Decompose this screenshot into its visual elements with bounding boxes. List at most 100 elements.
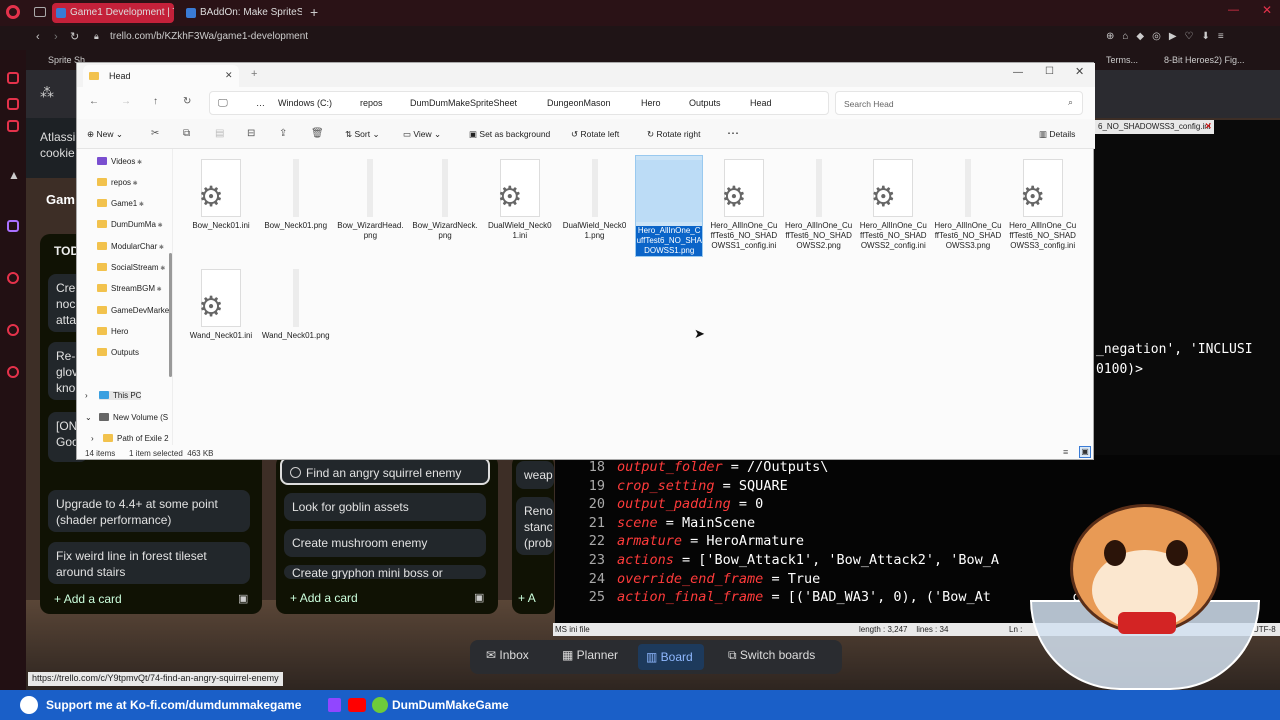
pin-icon[interactable]: ✱ <box>135 160 142 166</box>
nav-scrollbar[interactable] <box>169 253 172 377</box>
png-file-item[interactable]: Bow_WizardNeck.png <box>411 159 479 241</box>
nav-item[interactable]: Outputs <box>97 348 139 357</box>
png-file-item[interactable]: Hero_AllInOne_CuffTest6_NO_SHADOWSS2.png <box>785 159 853 251</box>
pin-icon[interactable]: ✱ <box>156 223 163 229</box>
ini-file-item[interactable]: ⚙ Bow_Neck01.ini <box>187 159 255 231</box>
close-browser-button[interactable]: ✕ <box>1262 3 1272 17</box>
nav-item[interactable]: Videos ✱ <box>97 157 142 166</box>
browser-tab-trello[interactable]: Game1 Development | Tre <box>52 3 174 23</box>
close-tab-icon[interactable]: ✕ <box>225 70 233 81</box>
png-file-item[interactable]: DualWield_Neck01.png <box>561 159 629 241</box>
forward-icon[interactable]: → <box>121 96 131 107</box>
rotate-right-button[interactable]: ↻ Rotate right <box>647 129 700 140</box>
extensions-icon[interactable]: ⊕⌂◆◎▶♡⬇≡ <box>1106 31 1232 42</box>
switch-boards-button[interactable]: ⧉ Switch boards <box>728 648 815 663</box>
set-background-button[interactable]: ▣ Set as background <box>469 129 550 140</box>
close-tab-icon[interactable]: ✕ <box>1204 121 1212 132</box>
new-tab-button[interactable]: + <box>310 4 318 20</box>
breadcrumb-item[interactable]: Head <box>750 98 772 108</box>
sidebar-icon[interactable] <box>7 120 19 132</box>
add-card-button[interactable]: + Add a card <box>54 592 122 606</box>
config-tab[interactable]: 6_NO_SHADOWSS3_config.ini ✕ <box>1094 120 1214 134</box>
png-file-item[interactable]: Hero_AllInOne_CuffTest6_NO_SHADOWSS3.png <box>934 159 1002 251</box>
back-icon[interactable]: ‹ <box>36 31 40 43</box>
inbox-button[interactable]: ✉︎ Inbox <box>486 648 529 662</box>
nav-item[interactable]: Game1 ✱ <box>97 199 144 208</box>
breadcrumb-item[interactable]: Windows (C:) <box>278 98 332 108</box>
breadcrumb-item[interactable]: Hero <box>641 98 661 108</box>
add-card-button[interactable]: + Add a card <box>290 591 358 605</box>
nav-item[interactable]: repos ✱ <box>97 178 138 187</box>
nav-item[interactable]: Hero <box>97 327 128 336</box>
pin-icon[interactable]: ✱ <box>137 202 144 208</box>
png-file-item[interactable]: Wand_Neck01.png <box>262 269 330 341</box>
rename-icon[interactable]: ⊟ <box>247 128 255 139</box>
large-icons-view-icon[interactable]: ▣ <box>1079 446 1091 458</box>
reload-icon[interactable]: ↻ <box>70 30 79 43</box>
opera-logo-icon[interactable] <box>6 5 20 19</box>
share-icon[interactable]: ⇪ <box>279 128 287 139</box>
url-field[interactable]: trello.com/b/KZkhF3Wa/game1-development <box>110 31 308 42</box>
breadcrumb-more[interactable]: … <box>256 98 265 108</box>
nav-item[interactable]: StreamBGM ✱ <box>97 284 162 293</box>
new-button[interactable]: ⊕ New ⌄ <box>87 129 123 140</box>
expand-icon[interactable]: › <box>85 391 88 400</box>
breadcrumb-item[interactable]: DungeonMason <box>547 98 611 108</box>
app-switcher-icon[interactable]: ⁂ <box>40 84 54 101</box>
nav-item[interactable]: New Volume (S <box>99 413 168 422</box>
card[interactable]: Reno stanc (prob <box>516 497 554 555</box>
png-file-item[interactable]: Bow_WizardHead.png <box>336 159 404 241</box>
search-box[interactable]: Search Head ⌕ <box>835 91 1083 115</box>
card-template-icon[interactable]: ▣ <box>238 592 248 605</box>
pin-icon[interactable]: ✱ <box>131 181 138 187</box>
planner-button[interactable]: ▦ Planner <box>562 648 618 662</box>
collapse-icon[interactable]: ⌄ <box>85 413 92 422</box>
png-file-item[interactable]: Bow_Neck01.png <box>262 159 330 231</box>
ini-file-item[interactable]: ⚙ DualWield_Neck01.ini <box>486 159 554 241</box>
maximize-button[interactable]: ☐ <box>1045 66 1054 77</box>
card[interactable]: Fix weird line in forest tileset around … <box>48 542 250 584</box>
ini-file-item[interactable]: ⚙ Hero_AllInOne_CuffTest6_NO_SHADOWSS2_co… <box>859 159 927 251</box>
paste-icon[interactable]: ▤ <box>215 128 224 139</box>
breadcrumb-item[interactable]: DumDumMakeSpriteSheet <box>410 98 517 108</box>
pin-icon[interactable]: ✱ <box>159 266 165 272</box>
card-template-icon[interactable]: ▣ <box>474 591 484 604</box>
nav-item[interactable]: Path of Exile 2 <box>103 434 169 443</box>
nav-item[interactable]: DumDumMa ✱ <box>97 220 163 229</box>
back-icon[interactable]: ← <box>89 96 99 107</box>
card[interactable]: weap <box>516 461 554 489</box>
breadcrumb-item[interactable]: repos <box>360 98 383 108</box>
minimize-button[interactable]: — <box>1013 67 1023 78</box>
up-icon[interactable]: ↑ <box>153 96 158 107</box>
pin-icon[interactable]: ✱ <box>157 245 164 251</box>
search-input[interactable]: Search Head <box>844 99 894 109</box>
twitch-icon[interactable] <box>7 220 19 232</box>
breadcrumb-item[interactable]: Outputs <box>689 98 721 108</box>
ini-file-item[interactable]: ⚙ Hero_AllInOne_CuffTest6_NO_SHADOWSS1_co… <box>710 159 778 251</box>
card[interactable]: Upgrade to 4.4+ at some point (shader pe… <box>48 490 250 532</box>
card[interactable]: Create mushroom enemy <box>284 529 486 557</box>
copy-icon[interactable]: ⧉ <box>183 128 190 139</box>
breadcrumb[interactable]: 🖵︎ … Windows (C:) repos DumDumMakeSprite… <box>209 91 829 115</box>
new-tab-button[interactable]: + <box>251 68 257 80</box>
explorer-tab[interactable]: Head ✕ <box>83 65 239 87</box>
ini-file-item[interactable]: ⚙ Hero_AllInOne_CuffTest6_NO_SHADOWSS3_co… <box>1009 159 1077 251</box>
cut-icon[interactable]: ✂ <box>151 128 159 139</box>
nav-item[interactable]: SocialStream ✱ <box>97 263 165 272</box>
view-button[interactable]: ▭ View ⌄ <box>403 129 441 140</box>
delete-icon[interactable]: 🗑︎ <box>311 128 324 139</box>
bookmark-item[interactable]: 8-Bit Heroes2) Fig... <box>1164 55 1245 65</box>
minimize-browser-button[interactable]: — <box>1228 4 1239 16</box>
settings-icon[interactable] <box>7 366 19 378</box>
card-find-squirrel[interactable]: Find an angry squirrel enemy <box>280 457 490 485</box>
expand-icon[interactable]: › <box>91 434 94 443</box>
workspace-icon[interactable] <box>34 7 46 17</box>
more-options-icon[interactable]: ⋯ <box>727 126 739 140</box>
bookmark-item[interactable]: Terms... <box>1106 55 1138 65</box>
rotate-left-button[interactable]: ↺ Rotate left <box>571 129 619 140</box>
sidebar-icon[interactable] <box>7 324 19 336</box>
nav-item[interactable]: This PC <box>99 391 142 400</box>
add-card-button[interactable]: + A <box>518 591 536 605</box>
browser-tab-baddon[interactable]: BAddOn: Make SpriteShe <box>182 3 302 23</box>
sidebar-icon[interactable]: ▲ <box>8 168 20 182</box>
